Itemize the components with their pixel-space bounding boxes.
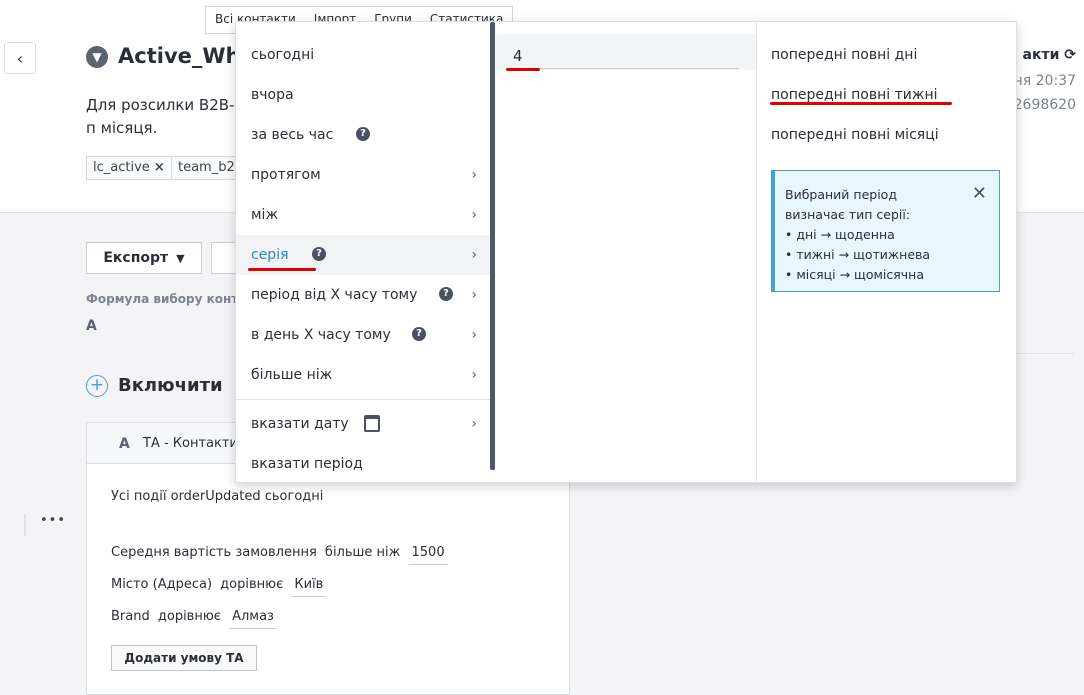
menu-item-label: між (251, 207, 279, 223)
header-right-link[interactable]: акти ⟳ (1023, 47, 1076, 63)
tag-lc-active: lc_active × (86, 156, 172, 180)
menu-item-label: вказати дату (251, 416, 349, 432)
help-icon[interactable]: ? (412, 327, 426, 341)
info-line: Вибраний період (785, 187, 897, 202)
close-icon[interactable]: ✕ (972, 183, 987, 204)
period-menu: сьогодні вчора за весь час? протягом › мі… (236, 22, 491, 482)
condition-title: ТА - Контакти (143, 436, 238, 451)
chevron-right-icon: › (471, 167, 477, 183)
filter-icon: ▼ (86, 46, 108, 68)
menu-item-yesterday[interactable]: вчора (236, 75, 491, 115)
condition-operator: дорівнює (220, 577, 284, 592)
condition-field: Brand (111, 609, 150, 624)
tag-label: lc_active (93, 160, 150, 175)
formula-label: Формула вибору конта (86, 292, 247, 306)
info-line: • місяці → щомісячна (785, 267, 924, 282)
menu-item-today[interactable]: сьогодні (236, 35, 491, 75)
series-period-panel: попередні повні дні попередні повні тижн… (757, 22, 1015, 482)
export-button[interactable]: Експорт ▼ (86, 242, 202, 274)
formula-value: A (86, 318, 97, 334)
condition-letter: A (119, 436, 130, 452)
page-description: Для розсилки B2B-п місяця. (86, 96, 235, 137)
option-full-weeks[interactable]: попередні повні тижні (771, 87, 938, 103)
option-full-days[interactable]: попередні повні дні (771, 47, 917, 63)
condition-field: Середня вартість замовлення (111, 545, 317, 560)
calendar-icon (364, 415, 380, 432)
menu-item-between[interactable]: між › (236, 195, 491, 235)
close-icon[interactable]: × (154, 160, 165, 175)
menu-item-during[interactable]: протягом › (236, 155, 491, 195)
menu-item-specify-date[interactable]: вказати дату › (236, 404, 491, 444)
menu-item-label: період від Х часу тому (251, 287, 418, 303)
menu-item-specify-period[interactable]: вказати період (236, 444, 491, 484)
menu-item-more-than[interactable]: більше ніж › (236, 355, 491, 395)
info-line: • тижні → щотижнева (785, 247, 931, 262)
menu-divider (236, 399, 491, 400)
series-info-text: Вибраний період визначає тип серії: • дн… (785, 185, 930, 285)
annotation-underline-weeks (770, 102, 952, 105)
menu-item-all-time[interactable]: за весь час? (236, 115, 491, 155)
menu-item-period-from[interactable]: період від Х часу тому? › (236, 275, 491, 315)
series-info-box: Вибраний період визначає тип серії: • дн… (771, 170, 1000, 292)
menu-item-label: протягом (251, 167, 321, 183)
export-label: Експорт (103, 250, 169, 266)
back-button[interactable]: ‹ (4, 42, 36, 74)
condition-value[interactable]: Алмаз (229, 609, 277, 629)
more-dots-icon[interactable]: ••• (40, 513, 66, 528)
series-count-panel (496, 22, 757, 482)
series-count-input[interactable] (513, 44, 739, 69)
period-dropdown: сьогодні вчора за весь час? протягом › мі… (235, 21, 1017, 483)
chevron-right-icon: › (471, 247, 477, 263)
chevron-right-icon: › (471, 207, 477, 223)
menu-item-label: за весь час (251, 127, 334, 143)
refresh-icon[interactable]: ⟳ (1064, 47, 1076, 63)
menu-item-label: серія (251, 247, 289, 263)
info-line: • дні → щоденна (785, 227, 895, 242)
menu-item-day-x-ago[interactable]: в день Х часу тому? › (236, 315, 491, 355)
condition-value[interactable]: 1500 (408, 545, 448, 565)
include-heading: Включити (118, 375, 223, 396)
condition-brand[interactable]: Brand дорівнює Алмаз (111, 609, 277, 629)
info-line: визначає тип серії: (785, 207, 911, 222)
option-full-months[interactable]: попередні повні місяці (771, 127, 939, 143)
menu-item-label: сьогодні (251, 47, 315, 63)
help-icon[interactable]: ? (439, 287, 453, 301)
tag-label: team_b2b (178, 160, 243, 175)
annotation-underline-count (506, 68, 540, 71)
annotation-underline-series (248, 268, 316, 271)
condition-avg-order[interactable]: Середня вартість замовлення більше ніж 1… (111, 545, 448, 565)
contacts-count: 2698620 (1013, 97, 1076, 113)
chevron-right-icon: › (471, 367, 477, 383)
chevron-right-icon: › (471, 327, 477, 343)
menu-scrollbar[interactable] (490, 22, 495, 470)
menu-item-label: в день Х часу тому (251, 327, 391, 343)
include-plus-icon[interactable]: + (86, 375, 108, 397)
chevron-left-icon: ‹ (16, 48, 24, 68)
chevron-right-icon: › (471, 416, 477, 432)
help-icon[interactable]: ? (312, 247, 326, 261)
condition-operator: більше ніж (324, 545, 401, 560)
menu-item-label: вчора (251, 87, 294, 103)
menu-item-label: вказати період (251, 456, 363, 472)
condition-city[interactable]: Місто (Адреса) дорівнює Київ (111, 577, 327, 597)
add-condition-button[interactable]: Додати умову ТА (111, 645, 257, 671)
chevron-right-icon: › (471, 287, 477, 303)
help-icon[interactable]: ? (356, 127, 370, 141)
condition-connector (24, 514, 26, 536)
condition-value[interactable]: Київ (291, 577, 327, 597)
menu-item-label: більше ніж (251, 367, 333, 383)
condition-field: Місто (Адреса) (111, 577, 213, 592)
chevron-down-icon: ▼ (176, 251, 185, 265)
header-right-label: акти (1022, 47, 1060, 63)
condition-event[interactable]: Усі події orderUpdated сьогодні (111, 489, 323, 504)
condition-operator: дорівнює (157, 609, 221, 624)
